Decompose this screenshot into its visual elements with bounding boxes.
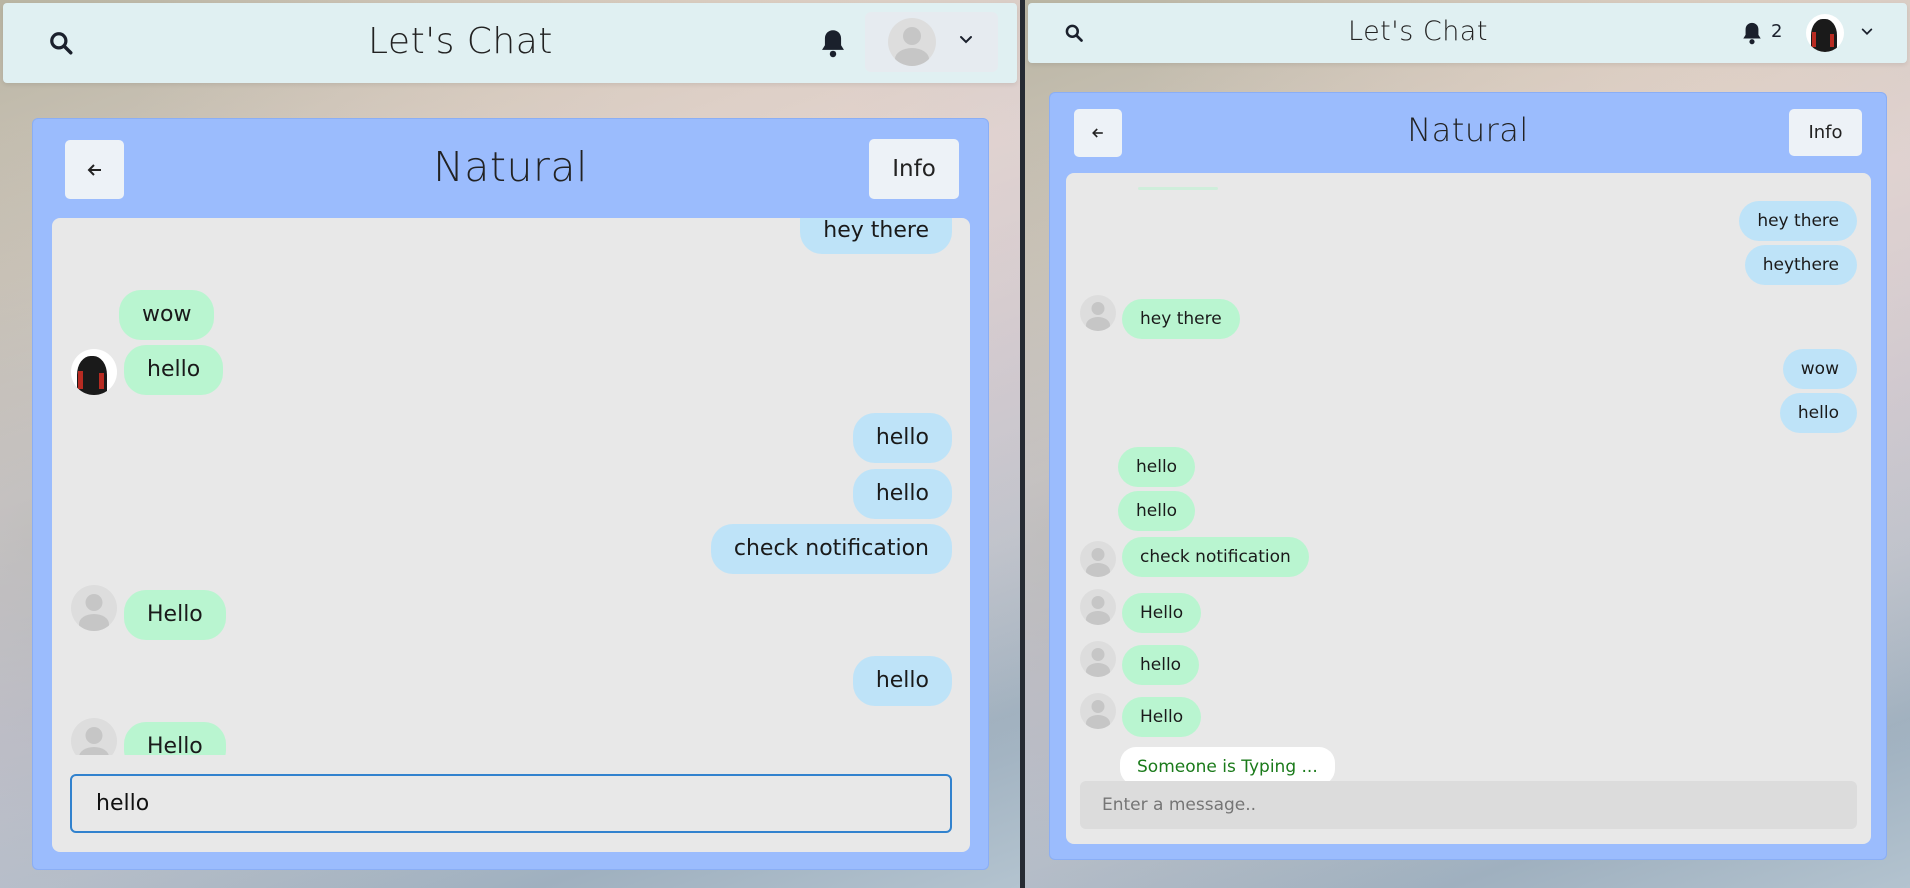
message-sent: wow: [1782, 349, 1857, 389]
top-bar: Let's Chat: [3, 3, 1017, 83]
chat-title: Natural: [1407, 111, 1529, 149]
avatar: [71, 585, 117, 631]
message-list: hey there wow hello hello hello check no…: [52, 218, 970, 755]
message-sent: heythere: [1744, 245, 1857, 285]
chat-box: hey there wow hello hello hello check no…: [52, 218, 970, 852]
message-sent: hey there: [1739, 201, 1857, 241]
message-received: wow: [119, 290, 215, 340]
bell-icon[interactable]: [815, 25, 851, 61]
info-button[interactable]: Info: [1789, 109, 1862, 156]
message-received: Hello: [1122, 593, 1202, 633]
search-icon[interactable]: [43, 25, 79, 61]
left-window: Let's Chat Natural Info hey there wow he…: [0, 0, 1020, 888]
message-received: Hello: [1122, 697, 1202, 737]
message-received: check notification: [1122, 537, 1309, 577]
avatar: [71, 718, 117, 755]
chat-title: Natural: [433, 143, 588, 191]
chat-box: hey there heythere hey there wow hello h…: [1066, 173, 1871, 844]
message-received: hello: [1118, 447, 1196, 487]
chevron-down-icon: [1860, 24, 1874, 43]
message-received: hello: [124, 345, 224, 395]
message-list: hey there heythere hey there wow hello h…: [1066, 173, 1871, 781]
avatar: [1080, 541, 1116, 577]
message-input[interactable]: [1080, 781, 1857, 829]
message-sent: hello: [852, 413, 952, 463]
message-sent: hello: [852, 656, 952, 706]
app-title: Let's Chat: [1348, 16, 1488, 47]
bell-icon[interactable]: [1739, 19, 1765, 47]
notification-badge: 2: [1771, 21, 1783, 42]
avatar: [1080, 641, 1116, 677]
avatar: [71, 349, 117, 395]
message-received: hello: [1118, 491, 1196, 531]
avatar: [888, 18, 936, 66]
profile-menu-button[interactable]: [1800, 11, 1880, 55]
message-input[interactable]: [70, 774, 952, 833]
avatar: [1080, 295, 1116, 331]
message-received: hello: [1122, 645, 1200, 685]
message-sent: check notification: [710, 524, 952, 574]
profile-menu-button[interactable]: [865, 12, 998, 72]
message-sent: hey there: [800, 218, 952, 254]
message-sent: hello: [852, 469, 952, 519]
message-received: Hello: [124, 590, 226, 640]
message-sent: hello: [1779, 393, 1857, 433]
right-window: Let's Chat 2 Natural Info hey there heyt…: [1025, 0, 1910, 888]
chat-panel: Natural Info hey there heythere hey ther…: [1049, 92, 1887, 860]
avatar: [1806, 14, 1844, 52]
app-title: Let's Chat: [368, 21, 553, 62]
chat-panel: Natural Info hey there wow hello hello h…: [32, 118, 989, 870]
typing-indicator: Someone is Typing ...: [1120, 747, 1335, 781]
chevron-down-icon: [958, 32, 974, 52]
avatar: [1080, 589, 1116, 625]
avatar: [1080, 693, 1116, 729]
message-received: hey there: [1122, 299, 1240, 339]
info-button[interactable]: Info: [869, 139, 959, 199]
search-icon[interactable]: [1060, 19, 1088, 47]
message-received: Hello: [124, 722, 226, 755]
top-bar: Let's Chat 2: [1028, 3, 1907, 63]
